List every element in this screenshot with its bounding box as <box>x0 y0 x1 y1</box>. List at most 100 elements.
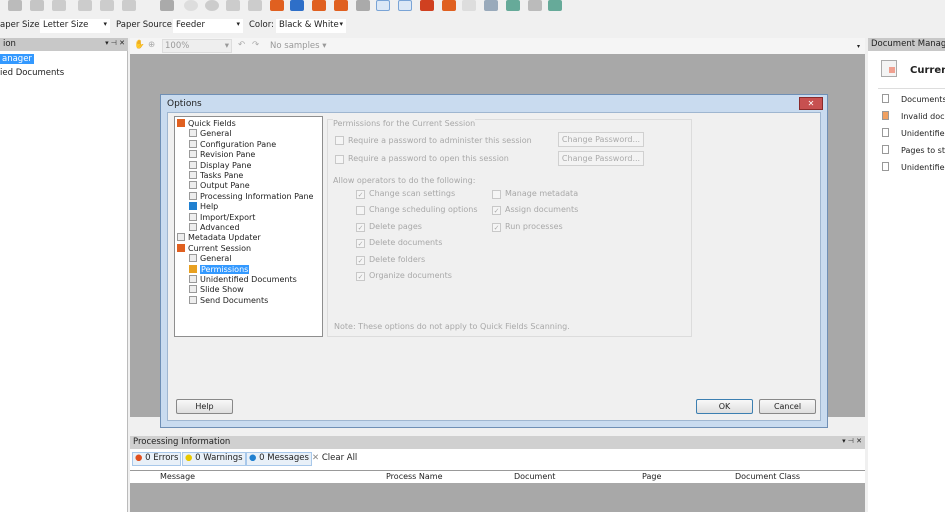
tree-item[interactable]: Quick Fields <box>177 119 236 129</box>
quickfields-icon[interactable] <box>270 0 284 11</box>
cut-icon[interactable] <box>78 0 92 11</box>
permission-label: Run processes <box>505 221 563 231</box>
page2-icon[interactable] <box>122 0 136 11</box>
close-doc-icon[interactable] <box>442 0 456 11</box>
tree-item[interactable]: Help <box>189 202 218 212</box>
search-icon[interactable] <box>484 0 498 11</box>
tree-item[interactable]: Permissions <box>189 264 250 275</box>
left-panel: ion ▾ ⊣ ✕ anager ied Documents <box>0 38 128 512</box>
pin-close-icons[interactable]: ▾ ⊣ ✕ <box>105 39 125 47</box>
tree-item[interactable]: Send Documents <box>189 295 268 306</box>
paper-size-label: aper Size: <box>0 20 43 30</box>
tree-item[interactable]: Output Pane <box>189 181 250 191</box>
tree-item[interactable]: Metadata Updater <box>177 233 261 243</box>
error-icon: ● <box>135 453 143 463</box>
right-panel-item[interactable]: Documents <box>882 94 945 104</box>
paper-size-select[interactable]: Letter Size ▾ <box>40 19 110 33</box>
tree-item-icon <box>189 275 197 283</box>
right-panel-item[interactable]: Invalid docu <box>882 111 945 121</box>
change-password-button-1[interactable]: Change Password... <box>558 132 644 147</box>
text-icon[interactable] <box>160 0 174 11</box>
tree-item-icon <box>189 129 197 138</box>
tree-item[interactable]: Import/Export <box>189 212 255 223</box>
ok-button[interactable]: OK <box>696 399 753 414</box>
errors-button[interactable]: ● 0 Errors <box>132 452 182 466</box>
export-icon[interactable] <box>506 0 520 11</box>
paper-source-select[interactable]: Feeder ▾ <box>173 19 243 33</box>
tree-item-label: Tasks Pane <box>200 171 244 180</box>
permission-checkbox[interactable]: ✓ <box>356 272 365 281</box>
dialog-close-button[interactable]: ✕ <box>799 97 823 110</box>
col-document-class[interactable]: Document Class <box>735 472 800 481</box>
overflow-icon[interactable]: ▾ <box>857 43 860 50</box>
view1-icon[interactable] <box>376 0 390 11</box>
permission-checkbox[interactable]: ✓ <box>492 222 501 232</box>
refresh-icon[interactable] <box>205 0 219 11</box>
page-icon[interactable] <box>100 0 114 11</box>
export3-icon[interactable] <box>548 0 562 11</box>
tree-item[interactable]: Revision Pane <box>189 150 255 160</box>
require-open-password-checkbox[interactable] <box>335 155 344 164</box>
scan-icon[interactable] <box>52 0 66 11</box>
messages-button[interactable]: ● 0 Messages <box>246 452 312 466</box>
left-item-manager[interactable]: anager <box>0 54 34 64</box>
clear-all-button[interactable]: ✕ Clear All <box>312 453 357 463</box>
tree-item-label: General <box>200 254 232 264</box>
tree-item[interactable]: Configuration Pane <box>189 139 276 150</box>
left-item-documents[interactable]: ied Documents <box>0 68 64 78</box>
col-message[interactable]: Message <box>160 472 195 481</box>
change-password-button-2[interactable]: Change Password... <box>558 151 644 166</box>
tree-item[interactable]: Slide Show <box>189 285 244 295</box>
edit-icon[interactable] <box>8 0 22 11</box>
zoom-select[interactable]: 100% ▾ <box>162 39 232 53</box>
zoom-in-icon[interactable]: ⊕ <box>148 40 155 50</box>
tree-item[interactable]: Current Session <box>177 243 251 254</box>
permission-checkbox[interactable]: ✓ <box>356 255 365 265</box>
settings-icon[interactable] <box>356 0 370 11</box>
require-admin-password-checkbox[interactable] <box>335 136 344 145</box>
redo-icon[interactable]: ↷ <box>252 40 259 50</box>
tree-item[interactable]: General <box>189 129 232 139</box>
copy-icon[interactable] <box>30 0 44 11</box>
tree-item[interactable]: Unidentified Documents <box>189 275 297 285</box>
permission-checkbox[interactable]: ✓ <box>356 222 365 232</box>
view2-icon[interactable] <box>398 0 412 11</box>
permission-checkbox[interactable] <box>492 190 501 199</box>
col-process-name[interactable]: Process Name <box>386 472 443 481</box>
grid-icon[interactable] <box>420 0 434 11</box>
color-select[interactable]: Black & White ▾ <box>276 19 346 33</box>
tree-item[interactable]: Tasks Pane <box>189 171 243 181</box>
back-icon[interactable] <box>312 0 326 11</box>
pin-close-icons[interactable]: ▾ ⊣ ✕ <box>842 437 862 445</box>
warnings-button[interactable]: ● 0 Warnings <box>182 452 246 466</box>
undo-icon[interactable]: ↶ <box>238 40 245 50</box>
tree-item[interactable]: Advanced <box>189 223 240 233</box>
list-icon[interactable] <box>462 0 476 11</box>
save-icon[interactable] <box>290 0 304 11</box>
tree-item[interactable]: Display Pane <box>189 160 251 171</box>
tree-item-label: Output Pane <box>200 181 250 191</box>
right-panel-item[interactable]: Unidentified <box>882 162 945 172</box>
permission-checkbox[interactable]: ✓ <box>492 206 501 216</box>
right-panel-heading: Curren <box>910 65 945 76</box>
export2-icon[interactable] <box>528 0 542 11</box>
cancel-button[interactable]: Cancel <box>759 399 816 414</box>
processing-panel: Processing Information ▾ ⊣ ✕ ● 0 Errors ●… <box>130 436 865 512</box>
hand-icon[interactable]: ✋ <box>134 40 145 50</box>
right-panel-item[interactable]: Unidentified <box>882 128 945 138</box>
pin-icon[interactable] <box>226 0 240 11</box>
tree-item[interactable]: General <box>189 254 232 264</box>
permission-checkbox[interactable]: ✓ <box>356 190 365 199</box>
samples-dropdown[interactable]: No samples ▾ <box>270 41 327 51</box>
right-panel-item-label: Unidentified <box>901 129 945 138</box>
right-panel-item[interactable]: Pages to sto <box>882 145 945 155</box>
rotate-icon[interactable] <box>184 0 198 11</box>
pin2-icon[interactable] <box>248 0 262 11</box>
tree-item[interactable]: Processing Information Pane <box>189 191 313 202</box>
help-button[interactable]: Help <box>176 399 233 414</box>
col-page[interactable]: Page <box>642 472 661 481</box>
forward-icon[interactable] <box>334 0 348 11</box>
permission-checkbox[interactable]: ✓ <box>356 239 365 249</box>
permission-checkbox[interactable] <box>356 206 365 216</box>
col-document[interactable]: Document <box>514 472 555 481</box>
